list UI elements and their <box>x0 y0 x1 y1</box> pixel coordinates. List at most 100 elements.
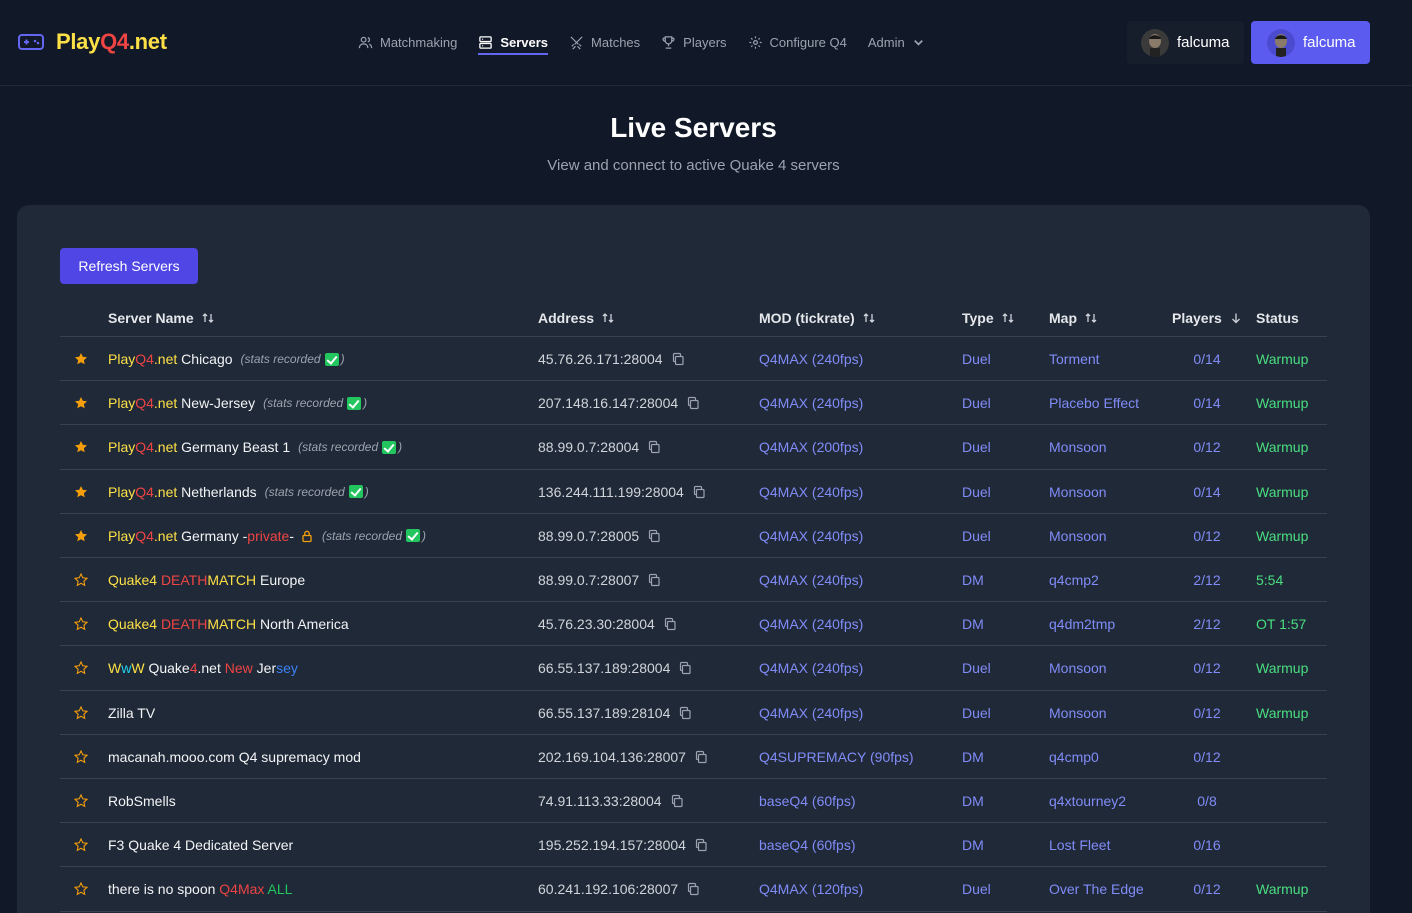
table-row[interactable]: Zilla TV 66.55.137.189:28104 Q4MAX (240fps… <box>60 691 1327 735</box>
server-type-link[interactable]: DM <box>962 558 984 602</box>
server-players-link[interactable]: 0/8 <box>1172 779 1242 823</box>
nav-servers[interactable]: Servers <box>478 22 548 62</box>
copy-icon[interactable] <box>694 838 708 852</box>
star-outline-icon[interactable] <box>74 602 90 646</box>
server-type-link[interactable]: Duel <box>962 381 991 425</box>
server-map-link[interactable]: Monsoon <box>1049 514 1107 558</box>
server-mod-link[interactable]: Q4SUPREMACY (90fps) <box>759 735 914 779</box>
server-mod-link[interactable]: Q4MAX (120fps) <box>759 867 863 911</box>
table-row[interactable]: RobSmells 74.91.113.33:28004 baseQ4 (60fps… <box>60 779 1327 823</box>
server-map-link[interactable]: q4cmp2 <box>1049 558 1099 602</box>
table-row[interactable]: macanah.mooo.com Q4 supremacy mod 202.169… <box>60 735 1327 779</box>
server-map-link[interactable]: Lost Fleet <box>1049 823 1110 867</box>
server-map-link[interactable]: q4cmp0 <box>1049 735 1099 779</box>
copy-icon[interactable] <box>694 750 708 764</box>
copy-icon[interactable] <box>647 573 661 587</box>
table-row[interactable]: there is no spoon Q4Max ALL 60.241.192.10… <box>60 867 1327 911</box>
star-filled-icon[interactable] <box>74 425 90 469</box>
table-row[interactable]: WwW Quake 4 .net New Jer sey 66.55.137.189:2… <box>60 646 1327 690</box>
column-header-map[interactable]: Map <box>1049 308 1098 328</box>
star-filled-icon[interactable] <box>74 470 90 514</box>
server-mod-link[interactable]: Q4MAX (240fps) <box>759 691 863 735</box>
server-type-link[interactable]: Duel <box>962 691 991 735</box>
column-header-players[interactable]: Players <box>1172 308 1243 328</box>
server-type-link[interactable]: DM <box>962 779 984 823</box>
server-type-link[interactable]: Duel <box>962 646 991 690</box>
server-map-link[interactable]: Monsoon <box>1049 470 1107 514</box>
copy-icon[interactable] <box>647 440 661 454</box>
copy-icon[interactable] <box>686 396 700 410</box>
star-outline-icon[interactable] <box>74 823 90 867</box>
copy-icon[interactable] <box>678 661 692 675</box>
server-mod-link[interactable]: Q4MAX (200fps) <box>759 425 863 469</box>
server-map-link[interactable]: Monsoon <box>1049 646 1107 690</box>
server-map-link[interactable]: Monsoon <box>1049 691 1107 735</box>
server-players-link[interactable]: 0/12 <box>1172 691 1242 735</box>
copy-icon[interactable] <box>671 352 685 366</box>
copy-icon[interactable] <box>663 617 677 631</box>
server-type-link[interactable]: Duel <box>962 867 991 911</box>
star-outline-icon[interactable] <box>74 779 90 823</box>
column-header-type[interactable]: Type <box>962 308 1015 328</box>
server-players-link[interactable]: 0/12 <box>1172 514 1242 558</box>
server-map-link[interactable]: q4dm2tmp <box>1049 602 1115 646</box>
server-players-link[interactable]: 0/14 <box>1172 470 1242 514</box>
server-players-link[interactable]: 2/12 <box>1172 602 1242 646</box>
column-header-status[interactable]: Status <box>1256 308 1299 328</box>
server-players-link[interactable]: 0/14 <box>1172 381 1242 425</box>
copy-icon[interactable] <box>692 485 706 499</box>
nav-admin-dropdown[interactable]: Admin <box>868 22 926 62</box>
server-mod-link[interactable]: Q4MAX (240fps) <box>759 646 863 690</box>
star-outline-icon[interactable] <box>74 646 90 690</box>
copy-icon[interactable] <box>678 706 692 720</box>
server-mod-link[interactable]: Q4MAX (240fps) <box>759 514 863 558</box>
server-map-link[interactable]: Monsoon <box>1049 425 1107 469</box>
server-players-link[interactable]: 0/16 <box>1172 823 1242 867</box>
server-map-link[interactable]: Over The Edge <box>1049 867 1144 911</box>
nav-configure[interactable]: Configure Q4 <box>748 22 847 62</box>
server-type-link[interactable]: Duel <box>962 337 991 381</box>
copy-icon[interactable] <box>670 794 684 808</box>
nav-matches[interactable]: Matches <box>569 22 640 62</box>
server-map-link[interactable]: Placebo Effect <box>1049 381 1139 425</box>
server-type-link[interactable]: DM <box>962 602 984 646</box>
server-mod-link[interactable]: baseQ4 (60fps) <box>759 779 856 823</box>
server-map-link[interactable]: q4xtourney2 <box>1049 779 1126 823</box>
column-header-mod[interactable]: MOD (tickrate) <box>759 308 876 328</box>
table-row[interactable]: Play Q4 .net New-Jersey (stats recorded) 207… <box>60 381 1327 425</box>
server-type-link[interactable]: Duel <box>962 425 991 469</box>
refresh-servers-button[interactable]: Refresh Servers <box>60 248 198 284</box>
star-filled-icon[interactable] <box>74 337 90 381</box>
star-outline-icon[interactable] <box>74 558 90 602</box>
table-row[interactable]: F3 Quake 4 Dedicated Server 195.252.194.1… <box>60 823 1327 867</box>
copy-icon[interactable] <box>686 882 700 896</box>
table-row[interactable]: Play Q4 .net Germany - private - (stats recor… <box>60 514 1327 558</box>
star-filled-icon[interactable] <box>74 514 90 558</box>
nav-matchmaking[interactable]: Matchmaking <box>358 22 457 62</box>
server-players-link[interactable]: 2/12 <box>1172 558 1242 602</box>
table-row[interactable]: Play Q4 .net Chicago (stats recorded) 45.76.… <box>60 337 1327 381</box>
column-header-address[interactable]: Address <box>538 308 615 328</box>
table-row[interactable]: Play Q4 .net Germany Beast 1 (stats recorde… <box>60 425 1327 469</box>
star-outline-icon[interactable] <box>74 691 90 735</box>
server-mod-link[interactable]: baseQ4 (60fps) <box>759 823 856 867</box>
table-row[interactable]: Play Q4 .net Netherlands (stats recorded) 13… <box>60 470 1327 514</box>
server-mod-link[interactable]: Q4MAX (240fps) <box>759 337 863 381</box>
server-mod-link[interactable]: Q4MAX (240fps) <box>759 470 863 514</box>
star-outline-icon[interactable] <box>74 735 90 779</box>
server-mod-link[interactable]: Q4MAX (240fps) <box>759 381 863 425</box>
server-players-link[interactable]: 0/12 <box>1172 646 1242 690</box>
server-map-link[interactable]: Torment <box>1049 337 1100 381</box>
server-mod-link[interactable]: Q4MAX (240fps) <box>759 558 863 602</box>
nav-players[interactable]: Players <box>661 22 727 62</box>
user-account-button[interactable]: falcuma <box>1251 21 1370 64</box>
table-row[interactable]: Quake4 DEATH MATCH Europe 88.99.0.7:28007 Q… <box>60 558 1327 602</box>
server-players-link[interactable]: 0/12 <box>1172 867 1242 911</box>
server-type-link[interactable]: DM <box>962 823 984 867</box>
copy-icon[interactable] <box>647 529 661 543</box>
column-header-server-name[interactable]: Server Name <box>108 308 215 328</box>
table-row[interactable]: Quake4 DEATH MATCH North America 45.76.23.… <box>60 602 1327 646</box>
server-players-link[interactable]: 0/14 <box>1172 337 1242 381</box>
star-outline-icon[interactable] <box>74 867 90 911</box>
server-type-link[interactable]: Duel <box>962 514 991 558</box>
